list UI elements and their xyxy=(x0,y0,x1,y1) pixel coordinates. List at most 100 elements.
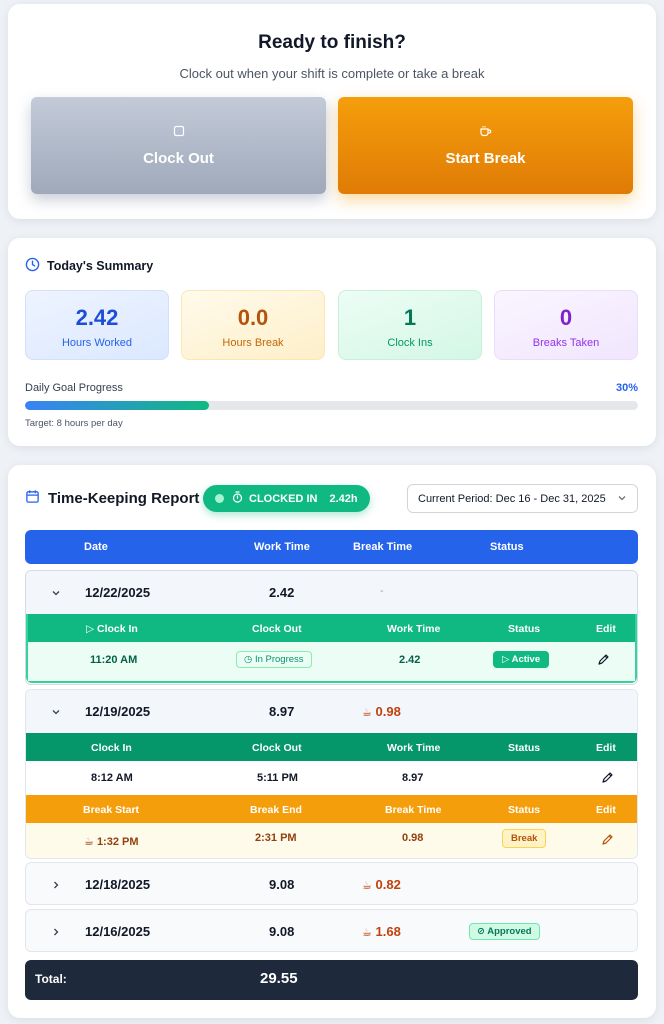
entry-work: 8.97 xyxy=(269,704,295,719)
sub-col-status: Status xyxy=(508,742,541,754)
chevron-down-icon[interactable] xyxy=(51,585,61,603)
break-end-time: 2:31 PM xyxy=(255,832,297,844)
column-status: Status xyxy=(490,541,524,553)
entry-work: 9.08 xyxy=(269,877,295,892)
entry-work: 9.08 xyxy=(269,924,295,939)
sub-col-clock-in: Clock In xyxy=(91,742,132,754)
total-value: 29.55 xyxy=(260,970,298,987)
clock-work: 2.42 xyxy=(399,654,421,666)
clock-in-time: 11:20 AM xyxy=(90,654,138,666)
coffee-icon: ☕ xyxy=(84,836,94,848)
clock-subtable: ▷ Clock In Clock Out Work Time Status Ed… xyxy=(26,614,637,683)
stat-value: 1 xyxy=(403,305,417,330)
report-title: Time-Keeping Report xyxy=(48,490,200,507)
coffee-icon xyxy=(338,125,633,140)
finish-subtitle: Clock out when your shift is complete or… xyxy=(179,66,485,81)
stat-hours-break: 0.0 Hours Break xyxy=(181,290,325,360)
clock-in-time: 8:12 AM xyxy=(91,772,133,784)
sub-col-status: Status xyxy=(508,804,541,816)
table-row[interactable]: 12/16/2025 9.08 ☕ 1.68 ⊘ Approved xyxy=(25,909,638,952)
table-row[interactable]: 12/18/2025 9.08 ☕ 0.82 xyxy=(25,862,638,905)
start-break-label: Start Break xyxy=(445,150,526,167)
status-dot xyxy=(215,494,224,503)
break-subheader: Break Start Break End Break Time Status … xyxy=(26,795,637,823)
goal-label: Daily Goal Progress xyxy=(25,382,123,394)
finish-card: Ready to finish? Clock out when your shi… xyxy=(8,4,656,219)
clocked-in-hours: 2.42h xyxy=(329,492,358,505)
stat-value: 0 xyxy=(559,305,573,330)
chevron-right-icon[interactable] xyxy=(51,877,61,895)
stat-label: Clock Ins xyxy=(387,337,433,349)
chevron-down-icon[interactable] xyxy=(51,704,61,722)
table-row: 12/19/2025 8.97 ☕ 0.98 Clock In Clock Ou… xyxy=(25,689,638,859)
entry-row[interactable]: 12/19/2025 8.97 ☕ 0.98 xyxy=(26,690,637,733)
approved-badge: ⊘ Approved xyxy=(469,922,540,940)
edit-icon[interactable] xyxy=(601,771,614,787)
summary-card: Today's Summary 2.42 Hours Worked 0.0 Ho… xyxy=(8,238,656,446)
chevron-down-icon xyxy=(617,493,627,506)
clock-out-button[interactable]: Clock Out xyxy=(31,97,326,194)
column-work-time: Work Time xyxy=(254,541,310,553)
goal-progress-fill xyxy=(25,401,209,410)
sub-col-edit: Edit xyxy=(596,742,616,754)
start-break-button[interactable]: Start Break xyxy=(338,97,633,194)
period-select[interactable]: Current Period: Dec 16 - Dec 31, 2025 xyxy=(407,484,638,513)
entry-row[interactable]: 12/18/2025 9.08 ☕ 0.82 xyxy=(26,863,637,904)
stat-value: 0.0 xyxy=(237,305,269,330)
stat-label: Hours Break xyxy=(222,337,284,349)
goal-target: Target: 8 hours per day xyxy=(25,418,123,429)
entry-break: ☕ 1.68 xyxy=(362,924,401,939)
edit-icon[interactable] xyxy=(601,833,614,849)
chevron-right-icon[interactable] xyxy=(51,924,61,942)
entry-date: 12/18/2025 xyxy=(85,877,151,892)
entry-break: - xyxy=(380,585,384,597)
clock-entry-row: 11:20 AM ◷ In Progress 2.42 ▷ Active xyxy=(28,642,635,681)
entry-break: ☕ 0.82 xyxy=(362,877,401,892)
entry-date: 12/16/2025 xyxy=(85,924,151,939)
clock-out-time: 5:11 PM xyxy=(257,772,298,784)
sub-col-break-time: Break Time xyxy=(385,804,442,816)
clock-subheader: ▷ Clock In Clock Out Work Time Status Ed… xyxy=(28,614,635,642)
entry-break: ☕ 0.98 xyxy=(362,704,401,719)
sub-col-clock-out: Clock Out xyxy=(252,623,302,635)
break-entry-row: ☕ 1:32 PM 2:31 PM 0.98 Break xyxy=(26,823,637,858)
column-date: Date xyxy=(84,541,108,553)
break-start-time: ☕ 1:32 PM xyxy=(84,836,139,848)
entry-row[interactable]: 12/22/2025 2.42 - xyxy=(26,571,637,614)
stat-label: Hours Worked xyxy=(61,337,133,349)
clock-entry-row: 8:12 AM 5:11 PM 8.97 xyxy=(26,761,637,795)
break-badge: Break xyxy=(502,829,547,848)
stat-breaks-taken: 0 Breaks Taken xyxy=(494,290,638,360)
entry-date: 12/22/2025 xyxy=(85,585,151,600)
sub-col-clock-out: Clock Out xyxy=(252,742,302,754)
period-label: Current Period: Dec 16 - Dec 31, 2025 xyxy=(418,492,606,505)
sub-col-edit: Edit xyxy=(596,623,616,635)
sub-col-work-time: Work Time xyxy=(387,623,441,635)
goal-progress-bar xyxy=(25,401,638,410)
break-time: 0.98 xyxy=(402,832,424,844)
goal-percent: 30% xyxy=(615,382,638,394)
total-label: Total: xyxy=(35,972,67,986)
clocked-in-badge: CLOCKED IN 2.42h xyxy=(203,485,370,512)
total-row: Total: 29.55 xyxy=(25,960,638,1000)
stat-clock-ins: 1 Clock Ins xyxy=(338,290,482,360)
entry-row[interactable]: 12/16/2025 9.08 ☕ 1.68 ⊘ Approved xyxy=(26,910,637,951)
summary-title: Today's Summary xyxy=(47,259,154,273)
report-header: Time-Keeping Report xyxy=(25,489,199,508)
coffee-icon: ☕ xyxy=(362,707,372,719)
sub-col-work-time: Work Time xyxy=(387,742,441,754)
active-badge: ▷ Active xyxy=(493,651,550,668)
coffee-icon: ☕ xyxy=(362,927,372,939)
summary-header: Today's Summary xyxy=(25,257,153,275)
stop-icon xyxy=(31,125,326,140)
sub-col-break-start: Break Start xyxy=(83,804,140,816)
edit-icon[interactable] xyxy=(597,653,610,669)
clocked-in-label: CLOCKED IN xyxy=(249,492,318,505)
report-card: Time-Keeping Report CLOCKED IN 2.42h Cur… xyxy=(8,465,656,1018)
stat-hours-worked: 2.42 Hours Worked xyxy=(25,290,169,360)
sub-col-clock-in: ▷ Clock In xyxy=(86,623,138,635)
table-header: Date Work Time Break Time Status xyxy=(25,530,638,564)
entry-work: 2.42 xyxy=(269,585,295,600)
in-progress-badge: ◷ In Progress xyxy=(236,651,312,668)
sub-col-status: Status xyxy=(508,623,541,635)
